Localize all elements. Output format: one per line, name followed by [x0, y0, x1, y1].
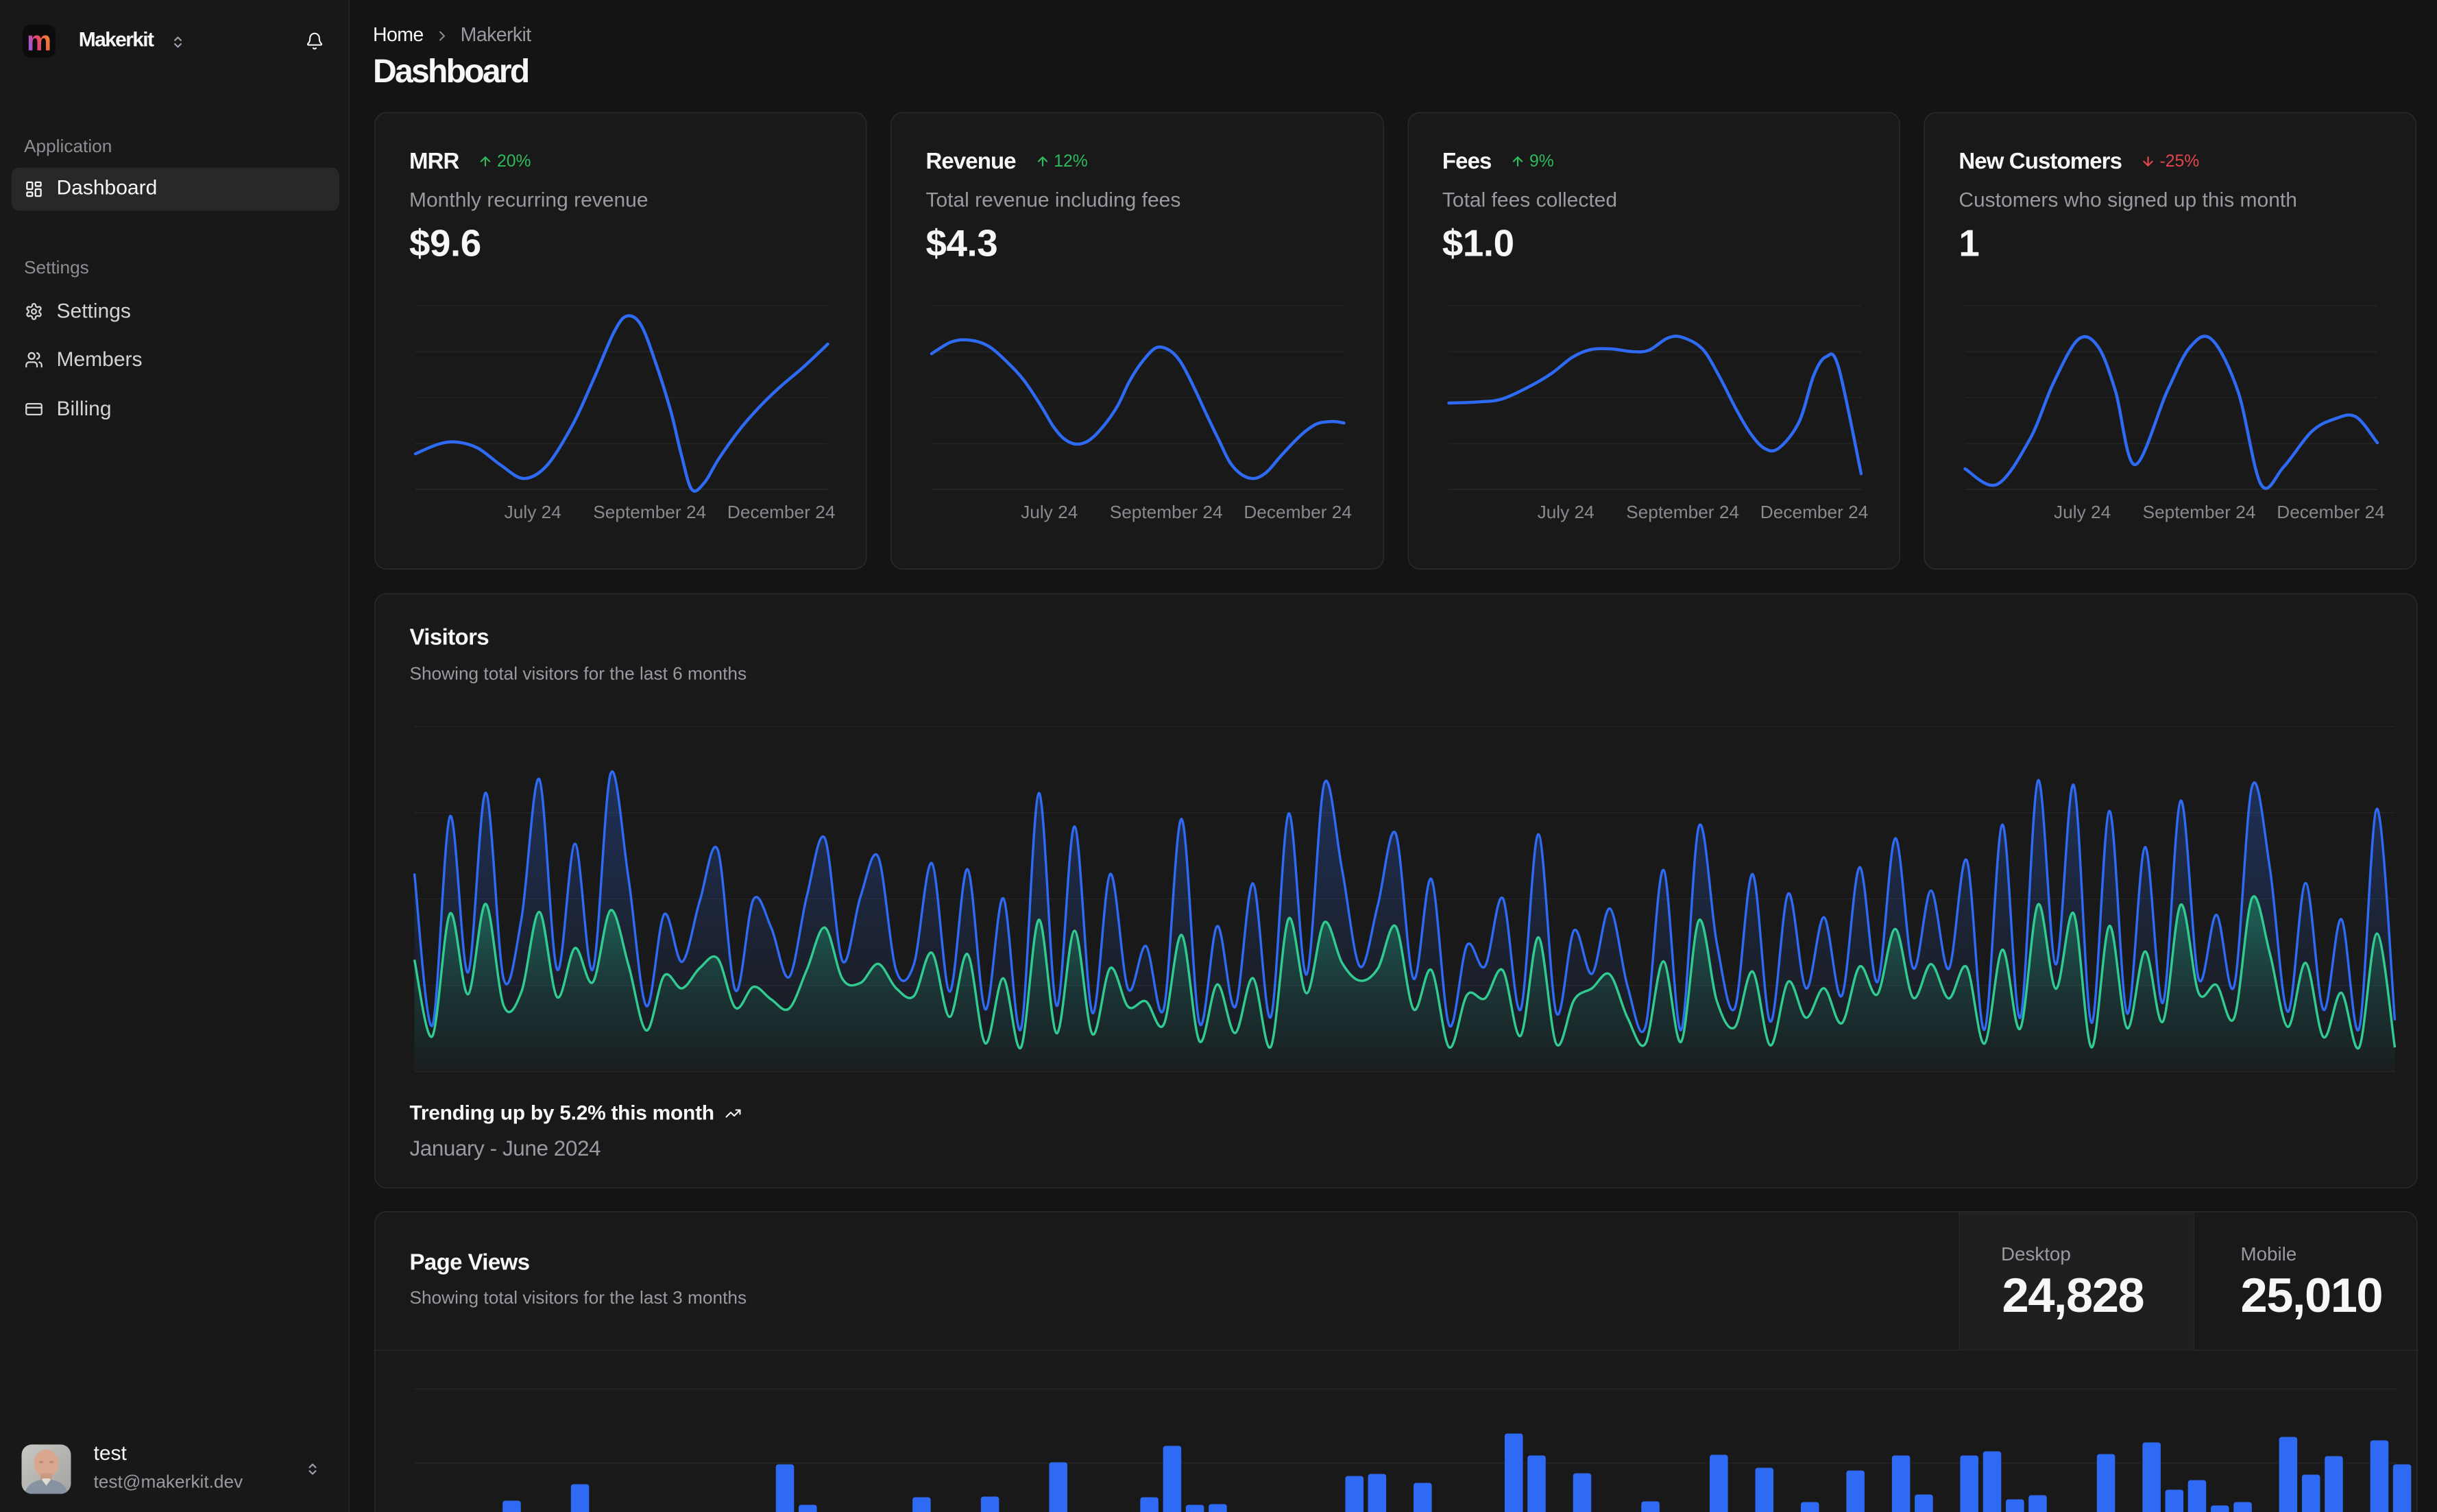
svg-text:m: m [27, 25, 51, 57]
